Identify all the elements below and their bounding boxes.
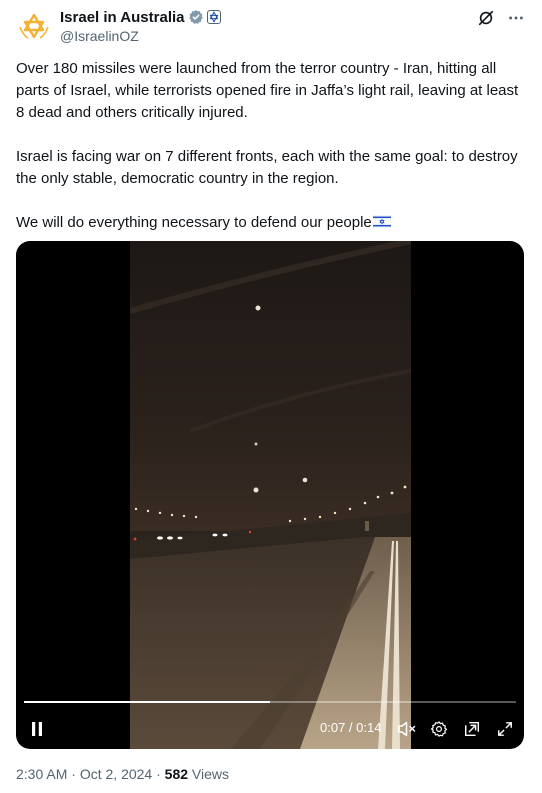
mute-button[interactable]	[396, 717, 418, 741]
handle[interactable]: @IsraelinOZ	[60, 28, 221, 44]
avatar[interactable]	[16, 8, 52, 44]
gear-icon	[430, 721, 448, 737]
fullscreen-button[interactable]	[494, 717, 516, 741]
tweet-time[interactable]: 2:30 AM	[16, 766, 67, 782]
display-name[interactable]: Israel in Australia	[60, 9, 185, 26]
meta-separator: ·	[71, 766, 76, 782]
verified-badge-icon[interactable]	[188, 9, 204, 25]
pause-icon	[32, 722, 42, 736]
video-still-image	[130, 241, 411, 749]
more-options-icon[interactable]	[506, 8, 526, 28]
grok-icon[interactable]	[476, 8, 496, 28]
picture-in-picture-button[interactable]	[461, 717, 483, 741]
settings-button[interactable]	[428, 717, 450, 741]
volume-muted-icon	[398, 721, 416, 737]
pause-button[interactable]	[26, 717, 48, 741]
tweet-paragraph-2: Israel is facing war on 7 different fron…	[16, 148, 518, 187]
tweet-date[interactable]: Oct 2, 2024	[80, 766, 152, 782]
video-progress-bar[interactable]	[24, 701, 516, 703]
tweet-paragraph-1: Over 180 missiles were launched from the…	[16, 60, 519, 121]
expand-icon	[498, 722, 512, 736]
star-of-david-icon	[19, 13, 49, 39]
views-label: Views	[191, 766, 230, 782]
video-frame[interactable]	[130, 241, 411, 749]
pop-out-icon	[464, 721, 480, 737]
display-name-row: Israel in Australia	[60, 8, 221, 26]
views-count: 582	[164, 766, 189, 782]
tweet-meta: 2:30 AM · Oct 2, 2024 · 582 Views	[16, 766, 229, 782]
tweet-header: Israel in Australia @IsraelinOZ	[16, 8, 526, 44]
tweet-text: Over 180 missiles were launched from the…	[16, 58, 526, 234]
header-actions	[476, 8, 526, 28]
video-player[interactable]: 0:07 / 0:14	[16, 241, 524, 749]
israel-flag-icon	[372, 215, 391, 228]
author-names: Israel in Australia @IsraelinOZ	[60, 8, 221, 44]
tweet-paragraph-3-text: We will do everything necessary to defen…	[16, 214, 372, 231]
video-progress-fill	[24, 701, 270, 703]
tweet-paragraph-3: We will do everything necessary to defen…	[16, 212, 526, 234]
affiliate-badge-icon[interactable]	[206, 10, 221, 24]
video-time-display: 0:07 / 0:14	[320, 720, 382, 735]
meta-separator-2: ·	[156, 766, 161, 782]
